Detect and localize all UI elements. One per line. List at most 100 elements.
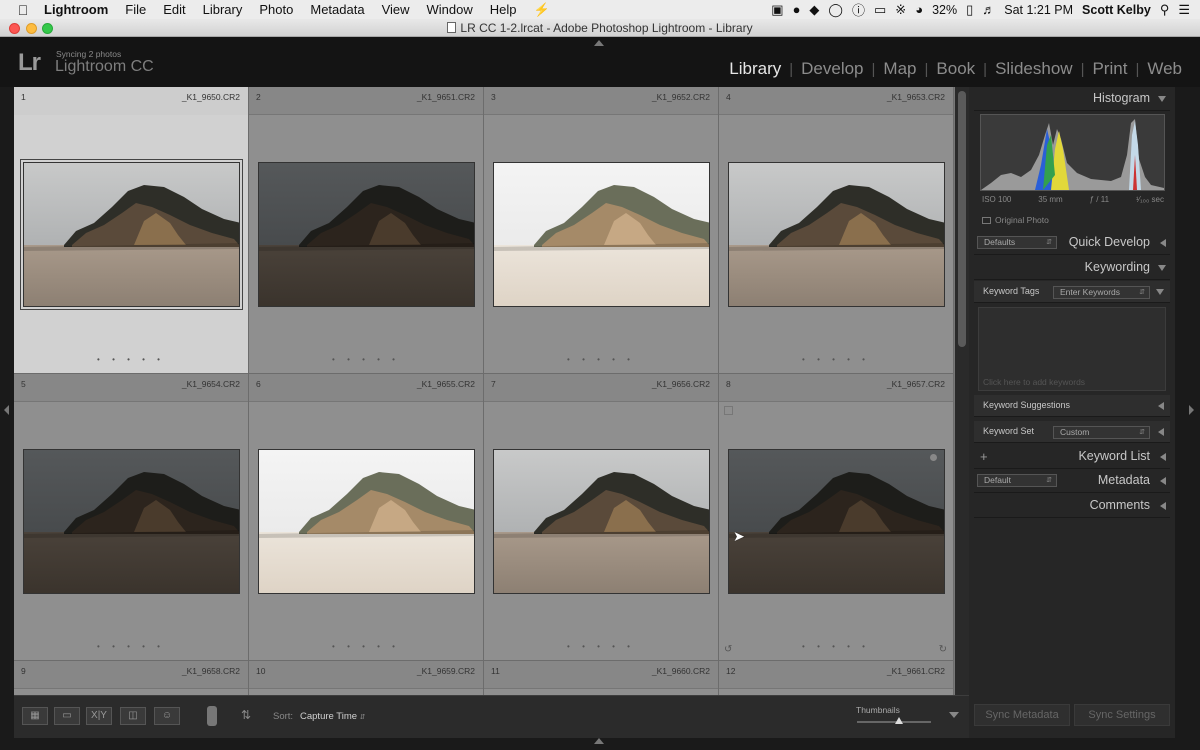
menu-view[interactable]: View: [382, 2, 410, 17]
wifi-icon[interactable]: ◕: [915, 2, 923, 17]
evernote-icon[interactable]: ●: [793, 2, 801, 17]
battery-icon[interactable]: ▯: [966, 2, 973, 18]
toolbar-menu-chevron-icon[interactable]: [949, 712, 959, 718]
rating-stars[interactable]: • • • • •: [719, 355, 953, 364]
sync-settings-button[interactable]: Sync Settings: [1074, 704, 1170, 726]
survey-view-button[interactable]: ◫: [120, 707, 146, 725]
rating-stars[interactable]: • • • • •: [249, 355, 483, 364]
keywording-header[interactable]: Keywording: [974, 256, 1170, 280]
people-view-button[interactable]: ☺: [154, 707, 180, 725]
original-photo-toggle[interactable]: Original Photo: [982, 215, 1049, 225]
histogram-graph[interactable]: [980, 114, 1165, 191]
grid-cell[interactable]: 9 _K1_9658.CR2: [14, 661, 249, 695]
clock[interactable]: Sat 1:21 PM: [1004, 3, 1073, 17]
keyword-entry-placeholder[interactable]: Click here to add keywords: [983, 377, 1085, 387]
rating-stars[interactable]: • • • • •: [249, 642, 483, 651]
photo-thumbnail[interactable]: [728, 162, 945, 307]
grid-scrollbar[interactable]: [955, 87, 969, 695]
menu-metadata[interactable]: Metadata: [310, 2, 364, 17]
photo-thumbnail[interactable]: [493, 162, 710, 307]
thumbnail-grid[interactable]: 1 _K1_9650.CR2 • • • • • 2 _K1_9651.CR2 • • •…: [14, 87, 955, 695]
scrollbar-thumb[interactable]: [958, 91, 966, 347]
histogram-header[interactable]: Histogram: [974, 87, 1170, 111]
module-map[interactable]: Map: [875, 59, 924, 79]
rating-stars[interactable]: • • • • •: [719, 642, 953, 651]
photo-thumbnail[interactable]: [23, 449, 240, 594]
rating-stars[interactable]: • • • • •: [484, 355, 718, 364]
thumbnail-size-slider[interactable]: [857, 721, 931, 723]
module-develop[interactable]: Develop: [793, 59, 871, 79]
keyword-list-header[interactable]: Keyword List: [974, 445, 1170, 469]
photo-thumbnail[interactable]: [258, 162, 475, 307]
right-panel-toggle-icon[interactable]: [1189, 405, 1194, 415]
module-print[interactable]: Print: [1084, 59, 1135, 79]
top-panel-toggle-icon[interactable]: [594, 40, 604, 46]
battery-percent[interactable]: 32%: [932, 3, 957, 17]
module-slideshow[interactable]: Slideshow: [987, 59, 1081, 79]
original-photo-checkbox[interactable]: [982, 217, 991, 224]
notification-center-icon[interactable]: ☰: [1178, 2, 1190, 18]
thumbnail-slider-knob[interactable]: [895, 717, 903, 724]
camera-icon[interactable]: ▣: [771, 2, 783, 18]
compare-view-button[interactable]: X|Y: [86, 707, 112, 725]
info-icon[interactable]: ⓘ: [852, 0, 865, 19]
bluetooth-icon[interactable]: ※: [895, 2, 906, 18]
menu-window[interactable]: Window: [427, 2, 473, 17]
sort-direction-icon[interactable]: ⇅: [241, 708, 251, 722]
filmstrip-toggle-icon[interactable]: [594, 738, 604, 744]
sort-select[interactable]: Capture Time ⇵: [300, 711, 366, 722]
photo-thumbnail[interactable]: [493, 449, 710, 594]
quick-develop-preset-select[interactable]: Defaults ⇵: [977, 236, 1057, 249]
user-name[interactable]: Scott Kelby: [1082, 3, 1151, 17]
sync-metadata-button[interactable]: Sync Metadata: [974, 704, 1070, 726]
creative-cloud-icon[interactable]: ◯: [828, 2, 843, 18]
photo-thumbnail[interactable]: [728, 449, 945, 594]
menu-help[interactable]: Help: [490, 2, 517, 17]
dropbox-icon[interactable]: ◆: [809, 2, 819, 18]
menu-file[interactable]: File: [125, 2, 146, 17]
metadata-badge-icon[interactable]: [930, 454, 937, 461]
grid-cell[interactable]: 5 _K1_9654.CR2 • • • • •: [14, 374, 249, 661]
quick-develop-header[interactable]: Defaults ⇵ Quick Develop: [974, 231, 1170, 255]
left-panel-toggle-icon[interactable]: [4, 405, 9, 415]
grid-view-button[interactable]: ▦: [22, 707, 48, 725]
grid-cell[interactable]: 8 _K1_9657.CR2 • • • • • ↺ ↻: [719, 374, 954, 661]
rating-stars[interactable]: • • • • •: [14, 642, 248, 651]
grid-cell[interactable]: 11 _K1_9660.CR2: [484, 661, 719, 695]
grid-cell[interactable]: 3 _K1_9652.CR2 • • • • •: [484, 87, 719, 374]
keyword-tags-select[interactable]: Enter Keywords ⇵: [1053, 286, 1150, 299]
loupe-view-button[interactable]: ▭: [54, 707, 80, 725]
metadata-header[interactable]: Default ⇵ Metadata: [974, 469, 1170, 493]
menu-photo[interactable]: Photo: [259, 2, 293, 17]
grid-cell[interactable]: 2 _K1_9651.CR2 • • • • •: [249, 87, 484, 374]
metadata-preset-select[interactable]: Default ⇵: [977, 474, 1057, 487]
grid-cell[interactable]: 1 _K1_9650.CR2 • • • • •: [14, 87, 249, 374]
grid-cell[interactable]: 7 _K1_9656.CR2 • • • • •: [484, 374, 719, 661]
grid-cell[interactable]: 6 _K1_9655.CR2 • • • • •: [249, 374, 484, 661]
grid-cell[interactable]: 4 _K1_9653.CR2 • • • • •: [719, 87, 954, 374]
comments-header[interactable]: Comments: [974, 494, 1170, 518]
grid-cell[interactable]: 12 _K1_9661.CR2: [719, 661, 954, 695]
menu-app[interactable]: Lightroom: [44, 2, 108, 17]
rating-stars[interactable]: • • • • •: [14, 355, 248, 364]
rating-stars[interactable]: • • • • •: [484, 642, 718, 651]
photo-thumbnail[interactable]: [20, 159, 243, 310]
airplay-icon[interactable]: ▭: [874, 2, 886, 18]
spotlight-search-icon[interactable]: ⚲: [1160, 2, 1170, 18]
keyword-suggestions-row[interactable]: Keyword Suggestions: [974, 395, 1170, 417]
menu-edit[interactable]: Edit: [163, 2, 185, 17]
expand-triangle-icon[interactable]: [1158, 428, 1164, 436]
photo-thumbnail[interactable]: [258, 449, 475, 594]
menu-library[interactable]: Library: [203, 2, 243, 17]
module-web[interactable]: Web: [1139, 59, 1190, 79]
lightning-icon[interactable]: ⚡: [534, 2, 550, 18]
rotate-right-icon[interactable]: ↻: [939, 644, 947, 655]
volume-icon[interactable]: ♬: [982, 2, 995, 17]
keyword-tags-menu-icon[interactable]: [1156, 289, 1164, 295]
module-library[interactable]: Library: [721, 59, 789, 79]
module-book[interactable]: Book: [928, 59, 983, 79]
rotate-left-icon[interactable]: ↺: [724, 644, 732, 655]
apple-icon[interactable]: : [16, 2, 30, 18]
keyword-set-select[interactable]: Custom ⇵: [1053, 426, 1150, 439]
flag-icon[interactable]: [724, 406, 733, 415]
